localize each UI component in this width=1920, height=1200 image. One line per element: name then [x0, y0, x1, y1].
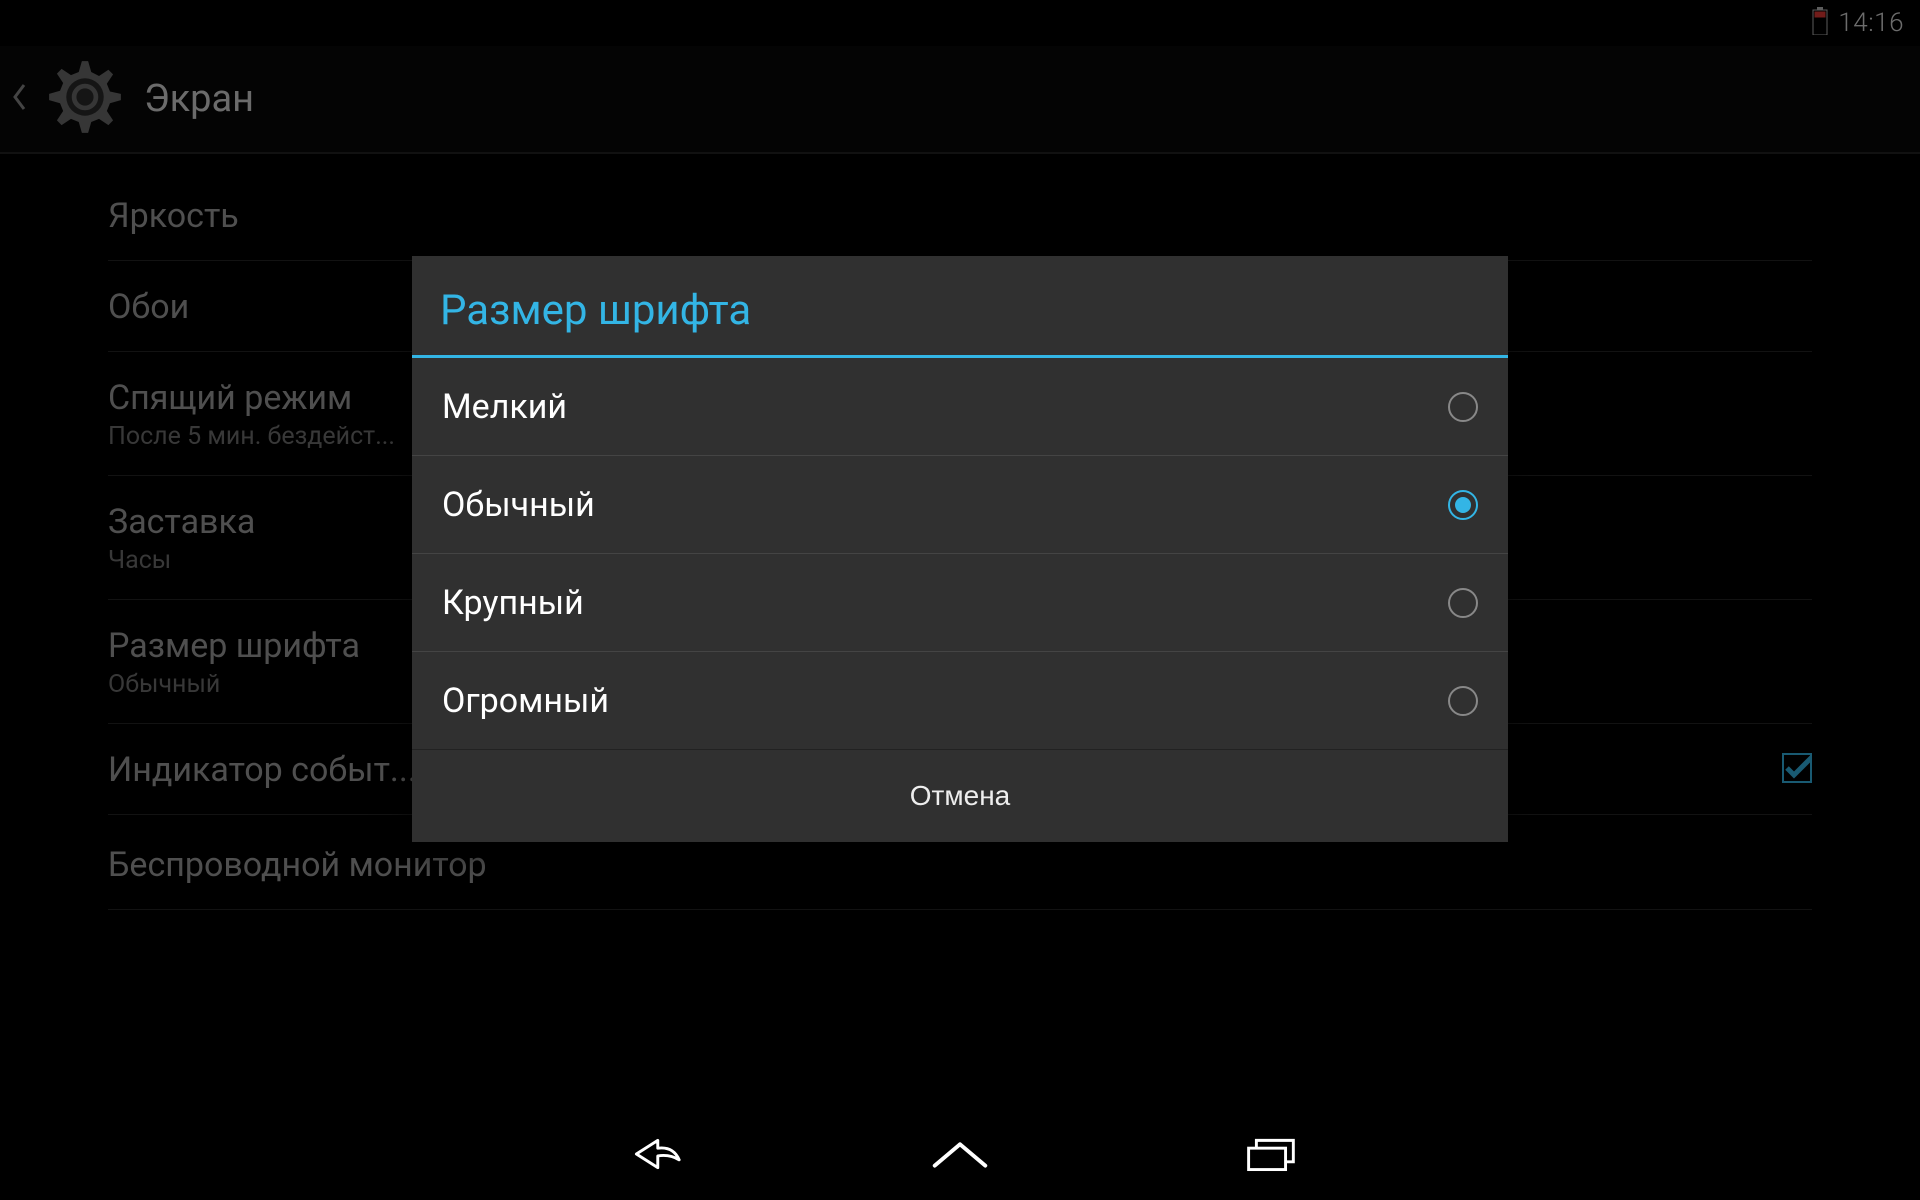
font-size-dialog: Размер шрифта Мелкий Обычный Крупный Огр…	[412, 256, 1508, 842]
radio-unchecked-icon	[1448, 392, 1478, 422]
radio-unchecked-icon	[1448, 686, 1478, 716]
font-option-huge[interactable]: Огромный	[412, 652, 1508, 750]
nav-home-icon[interactable]	[925, 1134, 995, 1174]
option-label: Обычный	[442, 485, 595, 525]
font-option-large[interactable]: Крупный	[412, 554, 1508, 652]
cancel-button[interactable]: Отмена	[412, 750, 1508, 842]
nav-recent-icon[interactable]	[1235, 1134, 1305, 1174]
radio-unchecked-icon	[1448, 588, 1478, 618]
android-settings-screen: 14:16 Экран Яркость	[0, 0, 1920, 1200]
font-option-small[interactable]: Мелкий	[412, 358, 1508, 456]
option-label: Огромный	[442, 681, 609, 721]
font-option-normal[interactable]: Обычный	[412, 456, 1508, 554]
radio-checked-icon	[1448, 490, 1478, 520]
dialog-footer: Отмена	[412, 750, 1508, 842]
dialog-title-bar: Размер шрифта	[412, 256, 1508, 358]
dialog-options: Мелкий Обычный Крупный Огромный	[412, 358, 1508, 750]
option-label: Крупный	[442, 583, 584, 623]
navigation-bar	[0, 1108, 1920, 1200]
nav-back-icon[interactable]	[615, 1134, 685, 1174]
dialog-title: Размер шрифта	[440, 286, 751, 335]
option-label: Мелкий	[442, 387, 567, 427]
